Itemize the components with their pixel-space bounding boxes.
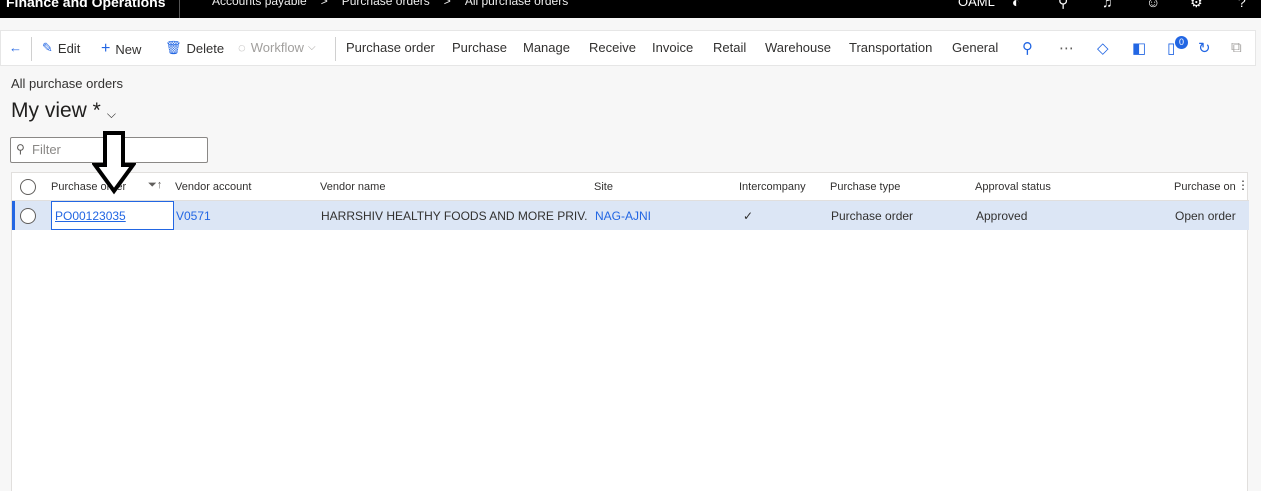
purchase-order-cell[interactable]: PO00123035 bbox=[51, 201, 174, 230]
column-header-site[interactable]: Site bbox=[594, 181, 613, 193]
tab-manage[interactable]: Manage bbox=[523, 40, 570, 55]
refresh-icon[interactable]: ↻ bbox=[1198, 39, 1211, 57]
new-label: New bbox=[115, 41, 142, 57]
app-title[interactable]: Finance and Operations bbox=[6, 0, 165, 10]
delete-button[interactable]: 🗑 Delete bbox=[165, 40, 224, 56]
tab-general[interactable]: General bbox=[952, 40, 998, 55]
workflow-label: Workflow bbox=[250, 40, 304, 55]
power-apps-icon[interactable]: ◇ bbox=[1097, 39, 1109, 57]
bell-icon[interactable]: ♫ bbox=[1102, 0, 1113, 10]
column-header-purchase-type[interactable]: Purchase type bbox=[830, 181, 900, 193]
new-button[interactable]: + New bbox=[101, 40, 141, 58]
view-selector[interactable]: My view * ⌵ bbox=[11, 99, 116, 123]
vendor-name-cell: HARRSHIV HEALTHY FOODS AND MORE PRIV... bbox=[321, 209, 587, 223]
back-button[interactable]: ← bbox=[9, 40, 27, 55]
gear-icon[interactable]: ⚙ bbox=[1190, 0, 1203, 11]
grid-header: Purchase order ⏷↑ Vendor account Vendor … bbox=[12, 173, 1249, 201]
row-select-radio[interactable] bbox=[20, 208, 36, 224]
help-icon[interactable]: ? bbox=[1238, 0, 1246, 10]
breadcrumb-accounts-payable[interactable]: Accounts payable bbox=[212, 0, 307, 8]
column-header-vendor-name[interactable]: Vendor name bbox=[320, 181, 385, 193]
breadcrumb-all-purchase-orders[interactable]: All purchase orders bbox=[465, 0, 568, 8]
annotation-down-arrow-icon bbox=[92, 131, 136, 195]
smiley-icon[interactable]: ☺ bbox=[1146, 0, 1160, 10]
workflow-button[interactable]: ◌ Workflow ⌵ bbox=[238, 40, 316, 55]
trash-icon: 🗑 bbox=[165, 40, 182, 55]
filter-sort-icon[interactable]: ⏷↑ bbox=[148, 179, 162, 192]
edit-button[interactable]: ✎ Edit bbox=[42, 40, 80, 56]
breadcrumb-purchase-orders[interactable]: Purchase orders bbox=[342, 0, 430, 8]
open-new-window-icon[interactable]: ⧉ bbox=[1231, 39, 1242, 56]
select-all-radio[interactable] bbox=[20, 179, 36, 195]
copilot-icon[interactable]: ◐ bbox=[1012, 0, 1020, 10]
breadcrumb-separator: > bbox=[443, 0, 451, 8]
divider bbox=[335, 37, 336, 61]
tab-purchase-order[interactable]: Purchase order bbox=[346, 40, 435, 55]
edit-label: Edit bbox=[57, 40, 81, 56]
attachments-icon[interactable]: ▯ 0 bbox=[1167, 36, 1188, 57]
delete-label: Delete bbox=[186, 40, 225, 56]
back-arrow-icon: ← bbox=[9, 40, 22, 55]
purchase-order-link[interactable]: PO00123035 bbox=[55, 209, 126, 223]
page-caption: All purchase orders bbox=[11, 76, 123, 91]
tab-transportation[interactable]: Transportation bbox=[849, 40, 932, 55]
attachment-count-badge: 0 bbox=[1175, 36, 1188, 49]
table-row[interactable]: PO00123035 V0571 HARRSHIV HEALTHY FOODS … bbox=[12, 201, 1249, 230]
top-nav-bar: Finance and Operations Accounts payable >… bbox=[0, 0, 1261, 18]
column-options-icon[interactable]: ⋮ bbox=[1237, 178, 1249, 192]
tab-receive[interactable]: Receive bbox=[589, 40, 636, 55]
column-header-approval-status[interactable]: Approval status bbox=[975, 181, 1051, 193]
chevron-down-icon: ⌵ bbox=[307, 42, 316, 53]
divider bbox=[179, 0, 180, 18]
column-header-intercompany[interactable]: Intercompany bbox=[739, 181, 806, 193]
column-header-purchase-on[interactable]: Purchase on bbox=[1174, 181, 1236, 193]
company-picker[interactable]: OAML bbox=[958, 0, 995, 9]
tab-purchase[interactable]: Purchase bbox=[452, 40, 507, 55]
purchase-on-cell: Open order bbox=[1175, 209, 1236, 223]
view-title: My view * bbox=[11, 99, 101, 122]
breadcrumb: Accounts payable > Purchase orders > All pur… bbox=[212, 0, 568, 8]
column-header-vendor-account[interactable]: Vendor account bbox=[175, 181, 251, 193]
search-icon[interactable]: ⚲ bbox=[1022, 39, 1033, 57]
office-icon[interactable]: ◧ bbox=[1132, 39, 1146, 57]
breadcrumb-separator: > bbox=[320, 0, 328, 8]
divider bbox=[31, 37, 32, 61]
tab-warehouse[interactable]: Warehouse bbox=[765, 40, 831, 55]
pencil-icon: ✎ bbox=[42, 40, 53, 55]
site-link[interactable]: NAG-AJNI bbox=[595, 209, 651, 223]
purchase-type-cell: Purchase order bbox=[831, 209, 914, 223]
more-options-icon[interactable]: ⋯ bbox=[1059, 39, 1074, 57]
chevron-down-icon: ⌵ bbox=[106, 107, 116, 121]
vendor-account-link[interactable]: V0571 bbox=[176, 209, 211, 223]
workflow-icon: ◌ bbox=[238, 40, 246, 55]
plus-icon: + bbox=[101, 40, 111, 57]
intercompany-check-icon: ✓ bbox=[743, 209, 754, 223]
action-pane: ← ✎ Edit + New 🗑 Delete ◌ Workflow ⌵ Purchase… bbox=[0, 30, 1256, 66]
approval-status-cell: Approved bbox=[976, 209, 1028, 223]
tab-retail[interactable]: Retail bbox=[713, 40, 746, 55]
purchase-orders-grid: Purchase order ⏷↑ Vendor account Vendor … bbox=[11, 172, 1249, 491]
search-icon: ⚲ bbox=[16, 142, 25, 156]
tab-invoice[interactable]: Invoice bbox=[652, 40, 693, 55]
search-icon[interactable]: ⚲ bbox=[1058, 0, 1068, 11]
